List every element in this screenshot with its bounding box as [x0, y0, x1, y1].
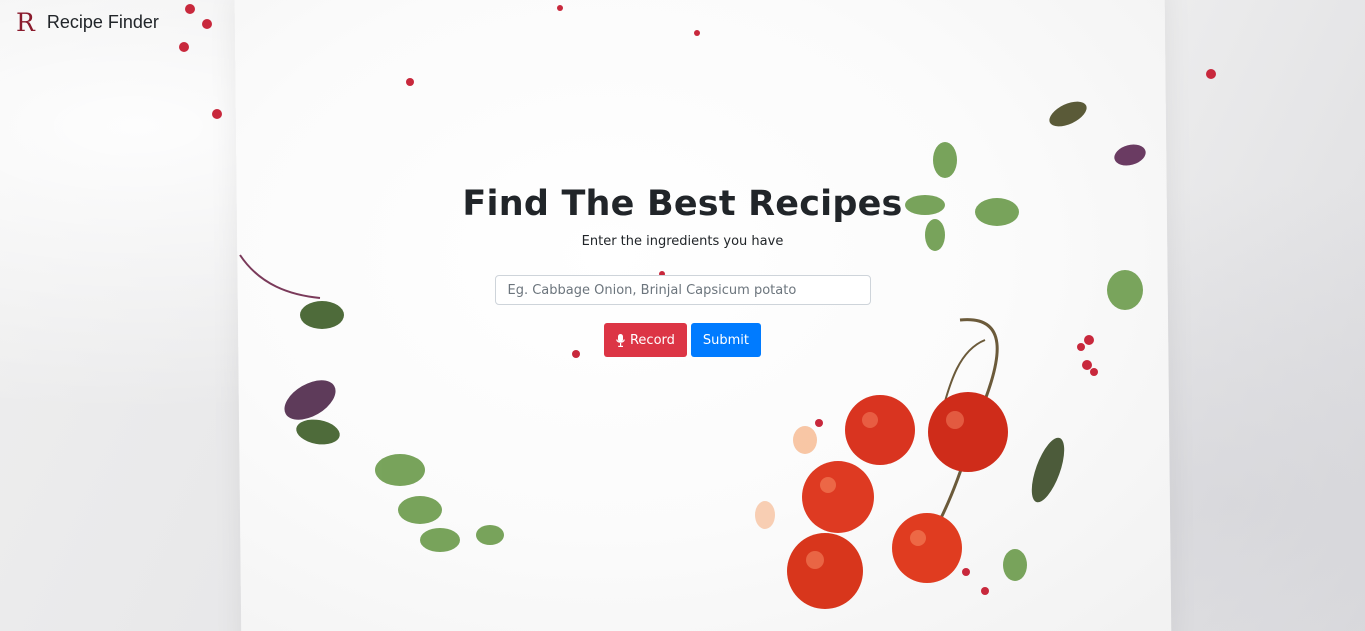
page-subtitle: Enter the ingredients you have — [581, 234, 784, 249]
page-title: Find The Best Recipes — [462, 184, 903, 224]
submit-button-label: Submit — [702, 332, 750, 348]
ingredients-input[interactable] — [494, 275, 871, 305]
search-container — [0, 275, 1365, 305]
hero-section: Find The Best Recipes Enter the ingredie… — [0, 184, 1365, 357]
page: R Recipe Finder Find The Best Recipes En… — [0, 0, 1365, 631]
record-button-label: Record — [629, 332, 675, 348]
button-group: Record Submit — [0, 323, 1365, 357]
submit-button[interactable]: Submit — [690, 323, 762, 357]
brand-name[interactable]: Recipe Finder — [47, 12, 159, 33]
microphone-icon — [616, 333, 625, 347]
record-button[interactable]: Record — [603, 323, 687, 357]
logo-icon[interactable]: R — [16, 10, 35, 35]
navbar: R Recipe Finder — [16, 10, 159, 35]
